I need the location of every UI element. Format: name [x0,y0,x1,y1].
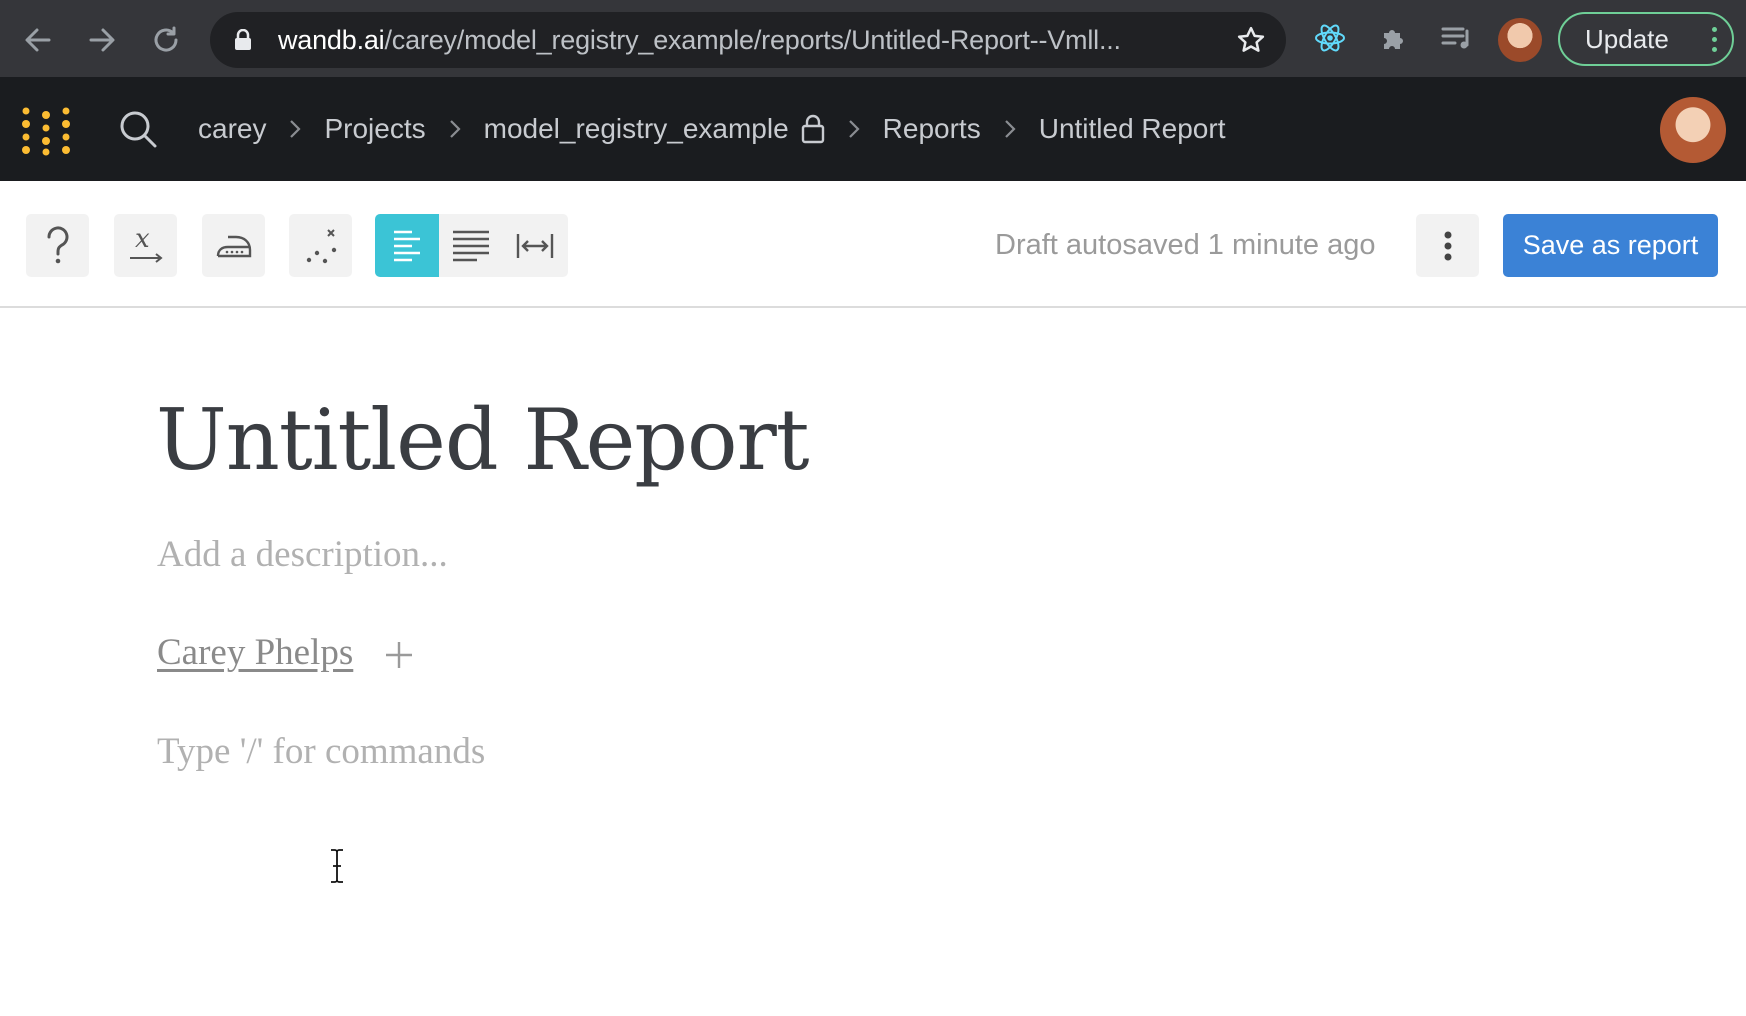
reload-button[interactable] [142,16,190,64]
breadcrumb: carey Projects model_registry_example Re… [198,77,1225,181]
autosave-status: Draft autosaved 1 minute ago [995,229,1376,261]
expand-width-icon [516,233,554,258]
media-queue-icon[interactable] [1436,18,1476,58]
align-justify-button[interactable] [439,214,503,277]
browser-toolbar: wandb.ai/carey/model_registry_example/re… [0,0,1746,77]
report-title[interactable]: Untitled Report [156,385,810,495]
update-button[interactable]: Update [1558,12,1734,66]
react-devtools-icon[interactable] [1310,18,1350,58]
arrow-left-icon [25,28,51,52]
wandb-logo-icon[interactable] [20,105,72,157]
scatter-plot-icon [306,228,336,263]
iron-button[interactable] [202,214,265,277]
url-text: wandb.ai/carey/model_registry_example/re… [278,25,1121,55]
app-header: carey Projects model_registry_example Re… [0,77,1746,181]
reload-icon [154,26,178,52]
chevron-right-icon [847,118,861,140]
puzzle-icon[interactable] [1374,18,1414,58]
latex-button[interactable]: x [114,214,177,277]
profile-avatar[interactable] [1498,18,1542,62]
forward-button[interactable] [78,16,126,64]
function-x-icon: x [129,226,163,263]
breadcrumb-reports[interactable]: Reports [883,113,981,145]
scatter-plot-button[interactable] [289,214,352,277]
chevron-right-icon [1003,118,1017,140]
save-as-report-button[interactable]: Save as report [1503,214,1718,277]
alignment-toggle-group [375,214,568,277]
more-vertical-icon [1712,27,1718,57]
iron-icon [216,235,251,257]
command-input[interactable]: Type '/' for commands [157,727,485,777]
question-mark-icon [46,225,68,263]
align-left-button[interactable] [375,214,439,277]
back-button[interactable] [14,16,62,64]
breadcrumb-projects[interactable]: Projects [324,113,425,145]
breadcrumb-user[interactable]: carey [198,113,266,145]
chevron-right-icon [288,118,302,140]
description-input[interactable]: Add a description... [157,530,448,580]
align-left-icon [394,230,420,261]
arrow-right-icon [89,28,115,52]
private-lock-icon [801,114,825,144]
breadcrumb-project[interactable]: model_registry_example [484,113,789,145]
search-icon[interactable] [118,109,158,149]
user-avatar[interactable] [1660,97,1726,163]
report-toolbar: x Draft autosaved 1 minute ago Save as r… [0,181,1746,308]
more-options-button[interactable] [1416,214,1479,277]
update-label: Update [1585,24,1669,54]
chevron-right-icon [448,118,462,140]
svg-text:x: x [135,226,150,254]
text-cursor-icon [331,849,343,883]
lock-icon [235,29,251,50]
star-icon[interactable] [1236,25,1266,55]
add-author-plus-icon[interactable] [384,640,414,670]
help-button[interactable] [26,214,89,277]
address-bar[interactable]: wandb.ai/carey/model_registry_example/re… [210,12,1286,68]
full-width-button[interactable] [503,214,567,277]
author-link[interactable]: Carey Phelps [157,628,353,678]
breadcrumb-current-report: Untitled Report [1038,113,1226,144]
align-justify-icon [453,230,489,261]
more-vertical-icon [1444,231,1451,260]
